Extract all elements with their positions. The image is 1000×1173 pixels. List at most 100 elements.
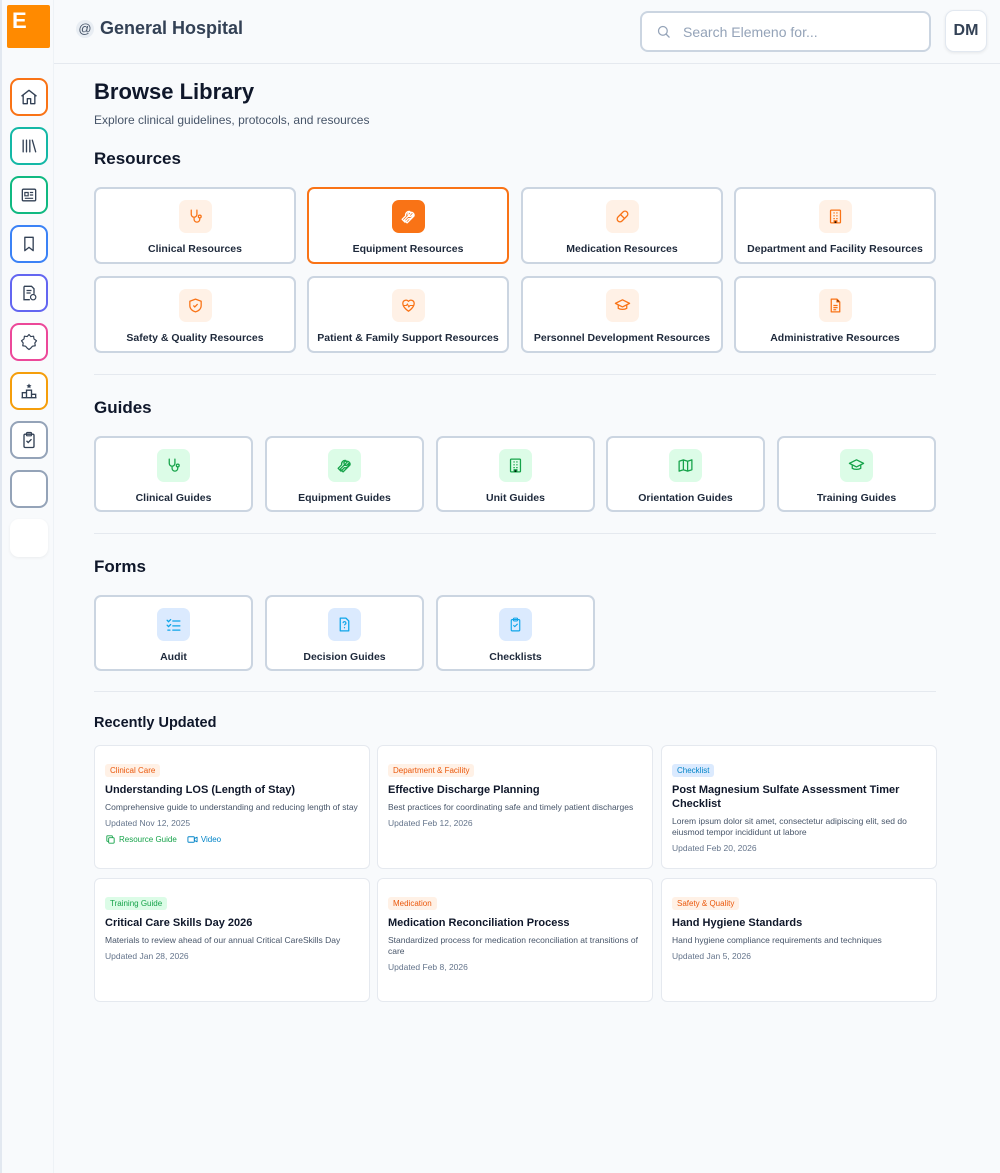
building-icon: [499, 449, 532, 482]
search-icon: [656, 24, 671, 39]
stethoscope-icon: [157, 449, 190, 482]
tile-label: Equipment Guides: [298, 492, 391, 504]
guides-heading: Guides: [94, 398, 152, 417]
card-updated-date: Updated Feb 20, 2026: [672, 843, 757, 853]
card-title: Effective Discharge Planning: [388, 784, 540, 796]
section-divider: [94, 691, 936, 692]
tile-label: Administrative Resources: [770, 332, 900, 344]
tile-label: Orientation Guides: [638, 492, 733, 504]
at-icon: @: [76, 19, 94, 38]
copy-icon: [105, 834, 116, 845]
card-description: Materials to review ahead of our annual …: [105, 935, 341, 945]
video-link[interactable]: Video: [187, 834, 221, 845]
tile-equipment-resources[interactable]: Equipment Resources: [307, 187, 509, 264]
recent-card[interactable]: Training Guide Critical Care Skills Day …: [94, 878, 370, 1002]
category-badge: Department & Facility: [388, 764, 475, 777]
tile-decision-guides[interactable]: Decision Guides: [265, 595, 424, 671]
tile-label: Clinical Guides: [135, 492, 212, 504]
organization-selector[interactable]: @ General Hospital: [76, 18, 243, 39]
shield-check-icon: [178, 289, 212, 322]
section-divider: [94, 533, 936, 534]
tile-safety-quality-resources[interactable]: Safety & Quality Resources: [94, 276, 296, 353]
sidebar: E: [0, 0, 54, 1173]
card-updated-date: Updated Feb 12, 2026: [388, 818, 473, 828]
page-subtitle: Explore clinical guidelines, protocols, …: [94, 113, 370, 127]
card-updated-date: Updated Jan 5, 2026: [672, 951, 751, 961]
building-icon: [818, 200, 852, 233]
file-question-icon: [328, 608, 361, 641]
search-box[interactable]: [640, 11, 931, 52]
graduation-cap-icon: [605, 289, 639, 322]
tile-unit-guides[interactable]: Unit Guides: [436, 436, 595, 512]
map-icon: [669, 449, 702, 482]
organization-name: General Hospital: [100, 18, 244, 38]
tile-medication-resources[interactable]: Medication Resources: [521, 187, 723, 264]
tile-personnel-development-resources[interactable]: Personnel Development Resources: [521, 276, 723, 353]
sidebar-item-documents[interactable]: [10, 274, 48, 312]
resource-guide-link[interactable]: Resource Guide: [105, 834, 177, 845]
tile-audit[interactable]: Audit: [94, 595, 253, 671]
tile-label: Patient & Family Support Resources: [317, 332, 499, 344]
recent-card[interactable]: Checklist Post Magnesium Sulfate Assessm…: [661, 745, 937, 869]
heart-pulse-icon: [391, 289, 425, 322]
tile-label: Medication Resources: [566, 243, 678, 255]
video-icon: [187, 834, 198, 845]
recent-card[interactable]: Medication Medication Reconciliation Pro…: [377, 878, 653, 1002]
tile-label: Department and Facility Resources: [747, 243, 923, 255]
sidebar-item-checklists[interactable]: [10, 421, 48, 459]
sidebar-item-blank-2[interactable]: [10, 519, 48, 557]
card-updated-date: Updated Jan 28, 2026: [105, 951, 189, 961]
library-icon: [19, 136, 39, 156]
sidebar-item-leaderboard[interactable]: [10, 372, 48, 410]
search-input[interactable]: [683, 23, 903, 40]
card-title: Medication Reconciliation Process: [388, 917, 570, 929]
recently-updated-heading: Recently Updated: [94, 715, 217, 731]
sidebar-item-home[interactable]: [10, 78, 48, 116]
document-check-icon: [19, 283, 39, 303]
tile-label: Training Guides: [816, 492, 897, 504]
recent-card[interactable]: Department & Facility Effective Discharg…: [377, 745, 653, 869]
card-description: Comprehensive guide to understanding and…: [105, 802, 358, 812]
recent-card[interactable]: Clinical Care Understanding LOS (Length …: [94, 745, 370, 869]
user-avatar[interactable]: DM: [945, 10, 987, 52]
card-description: Hand hygiene compliance requirements and…: [672, 935, 882, 945]
stethoscope-icon: [178, 200, 212, 233]
section-divider: [94, 374, 936, 375]
tile-administrative-resources[interactable]: Administrative Resources: [734, 276, 936, 353]
tile-label: Safety & Quality Resources: [126, 332, 264, 344]
video-label: Video: [200, 835, 222, 844]
sidebar-item-badges[interactable]: [10, 323, 48, 361]
tile-training-guides[interactable]: Training Guides: [777, 436, 936, 512]
tile-clinical-guides[interactable]: Clinical Guides: [94, 436, 253, 512]
clipboard-check-icon: [19, 430, 39, 450]
tile-patient-family-support-resources[interactable]: Patient & Family Support Resources: [307, 276, 509, 353]
card-title: Critical Care Skills Day 2026: [105, 917, 253, 929]
top-header: @ General Hospital DM: [54, 0, 1000, 64]
wrench-icon: [391, 200, 425, 233]
tile-label: Personnel Development Resources: [533, 332, 711, 344]
tile-checklists[interactable]: Checklists: [436, 595, 595, 671]
card-title: Hand Hygiene Standards: [672, 917, 803, 929]
page-title: Browse Library: [94, 79, 255, 104]
card-title: Understanding LOS (Length of Stay): [105, 784, 296, 796]
tile-label: Unit Guides: [486, 492, 545, 504]
card-description: Standardized process for medication reco…: [388, 935, 638, 956]
tile-equipment-guides[interactable]: Equipment Guides: [265, 436, 424, 512]
tile-label: Equipment Resources: [352, 243, 464, 255]
card-updated-date: Updated Nov 12, 2025: [105, 818, 191, 828]
sidebar-item-bookmarks[interactable]: [10, 225, 48, 263]
tile-department-facility-resources[interactable]: Department and Facility Resources: [734, 187, 936, 264]
app-logo[interactable]: E: [7, 5, 50, 48]
file-text-icon: [818, 289, 852, 322]
tile-orientation-guides[interactable]: Orientation Guides: [606, 436, 765, 512]
sidebar-item-library[interactable]: [10, 127, 48, 165]
resource-guide-label: Resource Guide: [119, 835, 177, 844]
recent-card[interactable]: Safety & Quality Hand Hygiene Standards …: [661, 878, 937, 1002]
category-badge: Safety & Quality: [672, 897, 740, 910]
tile-clinical-resources[interactable]: Clinical Resources: [94, 187, 296, 264]
card-updated-date: Updated Feb 8, 2026: [388, 962, 468, 972]
bookmark-icon: [19, 234, 39, 254]
sidebar-item-blank-1[interactable]: [10, 470, 48, 508]
sidebar-item-news[interactable]: [10, 176, 48, 214]
graduation-cap-icon: [840, 449, 873, 482]
